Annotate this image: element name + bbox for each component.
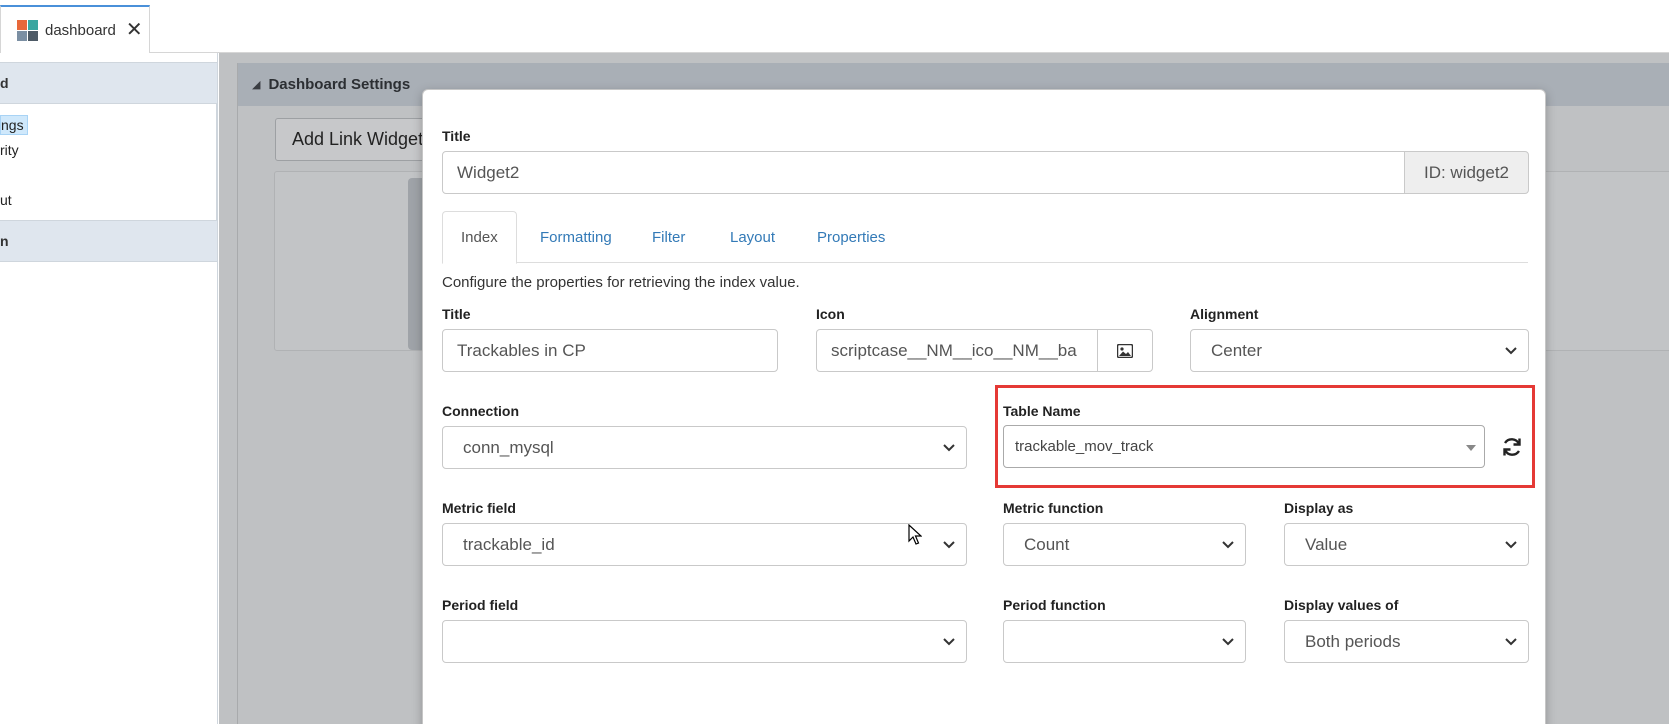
sidebar-item-blank[interactable] (0, 162, 216, 187)
add-link-widget-button[interactable]: Add Link Widget (275, 118, 441, 161)
close-icon[interactable]: ✕ (126, 20, 143, 40)
connection-value: conn_mysql (463, 437, 554, 457)
connection-select[interactable]: conn_mysql (442, 426, 967, 469)
display-values-label: Display values of (1284, 597, 1399, 613)
icon-picker-button[interactable] (1097, 329, 1153, 372)
tab-index[interactable]: Index (442, 211, 517, 264)
tab-strip: Index Formatting Filter Layout Propertie… (442, 211, 1528, 264)
table-name-select[interactable]: trackable_mov_track (1003, 425, 1485, 468)
display-as-select[interactable]: Value (1284, 523, 1529, 566)
widget-settings-modal: Title Widget2 ID: widget2 Index Formatti… (422, 89, 1546, 724)
index-title-label: Title (442, 306, 471, 322)
sidebar-header-dashboard[interactable]: d (0, 62, 217, 104)
chevron-down-icon (943, 638, 955, 646)
tab-properties[interactable]: Properties (817, 211, 885, 263)
refresh-icon[interactable] (1500, 435, 1524, 459)
display-as-label: Display as (1284, 500, 1354, 516)
display-as-value: Value (1305, 534, 1348, 554)
metric-function-value: Count (1024, 534, 1070, 554)
tab-layout[interactable]: Layout (730, 211, 775, 263)
metric-field-select[interactable]: trackable_id (442, 523, 967, 566)
display-values-value: Both periods (1305, 631, 1401, 651)
alignment-value: Center (1211, 340, 1263, 360)
image-icon (1117, 343, 1133, 358)
tab-description: Configure the properties for retrieving … (442, 274, 800, 291)
alignment-select[interactable]: Center (1190, 329, 1529, 372)
chevron-down-icon (1222, 638, 1234, 646)
sidebar-item-settings[interactable]: ngs (0, 112, 216, 137)
dropdown-arrow-icon (1466, 445, 1476, 451)
tab-formatting[interactable]: Formatting (540, 211, 612, 263)
metric-function-label: Metric function (1003, 500, 1104, 516)
chevron-down-icon (1505, 638, 1517, 646)
sidebar-item-layout[interactable]: ut (0, 187, 216, 212)
collapse-triangle-icon: ◢ (252, 79, 261, 91)
table-name-label: Table Name (1003, 403, 1081, 419)
tab-label: dashboard (45, 21, 116, 39)
icon-input[interactable]: scriptcase__NM__ico__NM__ba (816, 329, 1098, 372)
dashboard-icon (17, 20, 38, 41)
sidebar-item-security[interactable]: rity (0, 137, 216, 162)
chevron-down-icon (943, 541, 955, 549)
alignment-label: Alignment (1190, 306, 1259, 322)
tab-dashboard[interactable]: dashboard ✕ (0, 5, 150, 53)
chevron-down-icon (1222, 541, 1234, 549)
tab-bar: dashboard ✕ (0, 0, 1669, 53)
tab-filter[interactable]: Filter (652, 211, 685, 263)
display-values-select[interactable]: Both periods (1284, 620, 1529, 663)
panel-title: Dashboard Settings (268, 76, 411, 93)
table-name-value: trackable_mov_track (1015, 438, 1154, 455)
period-function-label: Period function (1003, 597, 1106, 613)
chevron-down-icon (943, 444, 955, 452)
widget-title-input[interactable]: Widget2 (442, 151, 1405, 194)
metric-function-select[interactable]: Count (1003, 523, 1246, 566)
mouse-cursor-icon (908, 524, 922, 545)
title-label: Title (442, 128, 471, 144)
widget-id-addon: ID: widget2 (1404, 151, 1529, 194)
period-field-label: Period field (442, 597, 519, 613)
metric-field-label: Metric field (442, 500, 516, 516)
sidebar-list: ngs rity ut (0, 104, 217, 220)
chevron-down-icon (1505, 347, 1517, 355)
index-title-input[interactable]: Trackables in CP (442, 329, 778, 372)
icon-label: Icon (816, 306, 845, 322)
connection-label: Connection (442, 403, 519, 419)
period-field-select[interactable] (442, 620, 967, 663)
sidebar: d ngs rity ut n (0, 53, 218, 724)
metric-field-value: trackable_id (463, 534, 555, 554)
period-function-select[interactable] (1003, 620, 1246, 663)
chevron-down-icon (1505, 541, 1517, 549)
sidebar-header-application[interactable]: n (0, 220, 217, 262)
